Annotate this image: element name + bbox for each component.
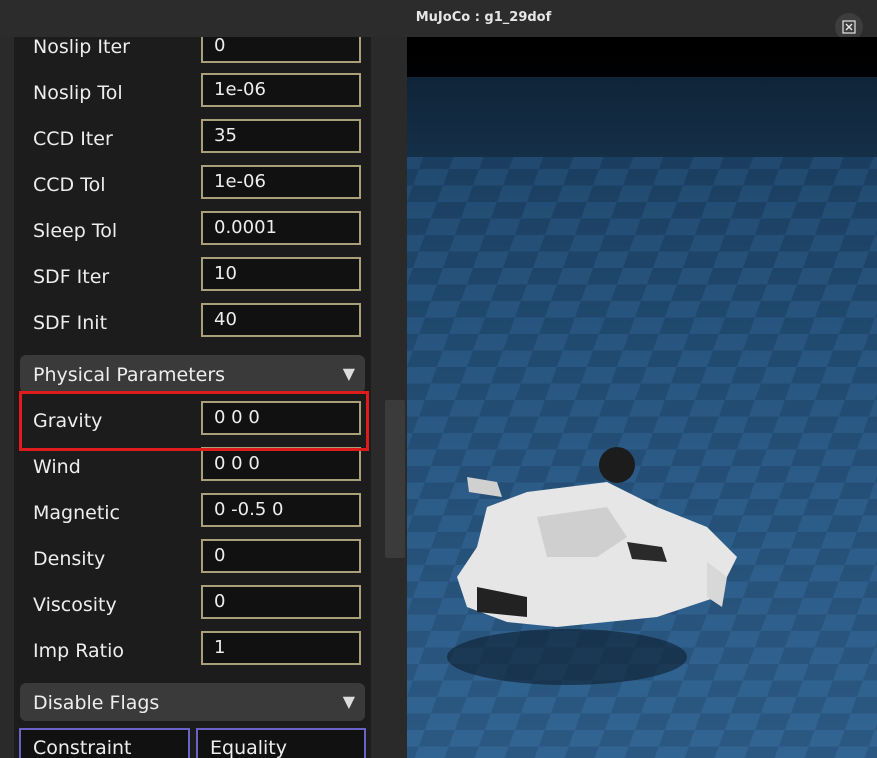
- row-label: Density: [33, 548, 106, 570]
- row-label: Viscosity: [33, 594, 117, 616]
- triangle-down-icon: ▼: [342, 364, 355, 383]
- section-title: Physical Parameters: [33, 364, 226, 386]
- section-physical-parameters[interactable]: Physical Parameters ▼: [20, 355, 365, 393]
- section-disable-flags[interactable]: Disable Flags ▼: [20, 683, 365, 721]
- sdf-init-field[interactable]: 40: [201, 303, 361, 337]
- simulation-viewport[interactable]: [407, 37, 877, 758]
- wind-field[interactable]: 0 0 0: [201, 447, 361, 481]
- row-label: Sleep Tol: [33, 220, 118, 242]
- row-label: SDF Init: [33, 312, 108, 334]
- sleep-tol-field[interactable]: 0.0001: [201, 211, 361, 245]
- ccd-tol-field[interactable]: 1e-06: [201, 165, 361, 199]
- magnetic-field[interactable]: 0 -0.5 0: [201, 493, 361, 527]
- flag-equality-button[interactable]: Equality: [196, 728, 366, 758]
- window-title: MuJoCo : g1_29dof: [415, 10, 552, 25]
- title-bar: MuJoCo : g1_29dof: [0, 0, 877, 41]
- row-label: Wind: [33, 456, 81, 478]
- close-icon: [842, 20, 856, 34]
- triangle-down-icon: ▼: [342, 692, 355, 711]
- flag-constraint-button[interactable]: Constraint: [19, 728, 190, 758]
- row-imp-ratio: Imp Ratio 1: [14, 631, 371, 687]
- gravity-highlight-box: [19, 391, 369, 451]
- section-title: Disable Flags: [33, 692, 160, 714]
- scene-render: [407, 37, 877, 758]
- row-label: Noslip Tol: [33, 82, 123, 104]
- row-label: Imp Ratio: [33, 640, 124, 662]
- viscosity-field[interactable]: 0: [201, 585, 361, 619]
- sdf-iter-field[interactable]: 10: [201, 257, 361, 291]
- row-sdf-init: SDF Init 40: [14, 303, 371, 359]
- imp-ratio-field[interactable]: 1: [201, 631, 361, 665]
- panel-scrollbar[interactable]: [385, 400, 405, 558]
- noslip-tol-field[interactable]: 1e-06: [201, 73, 361, 107]
- row-label: CCD Iter: [33, 128, 113, 150]
- row-label: Magnetic: [33, 502, 121, 524]
- row-label: Noslip Iter: [33, 37, 130, 58]
- ccd-iter-field[interactable]: 35: [201, 119, 361, 153]
- row-label: CCD Tol: [33, 174, 106, 196]
- row-label: SDF Iter: [33, 266, 110, 288]
- noslip-iter-field[interactable]: 0: [201, 37, 361, 63]
- density-field[interactable]: 0: [201, 539, 361, 573]
